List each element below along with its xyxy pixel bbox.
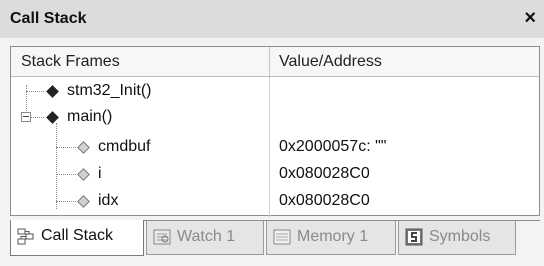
variable-icon xyxy=(77,168,90,181)
frame-name: main() xyxy=(67,108,113,125)
variable-name: idx xyxy=(98,192,119,209)
variable-value: 0x080028C0 xyxy=(279,192,370,209)
variable-name: i xyxy=(98,165,102,182)
watch-icon xyxy=(153,229,171,245)
column-divider[interactable] xyxy=(269,47,270,77)
frame-row[interactable]: stm32_Init() xyxy=(11,79,539,105)
tab-watch-1[interactable]: Watch 1 xyxy=(146,221,264,255)
collapse-icon[interactable] xyxy=(21,112,31,122)
variable-row[interactable]: cmdbuf 0x2000057c: "" xyxy=(11,135,539,161)
variable-icon xyxy=(77,141,90,154)
close-icon[interactable]: × xyxy=(524,7,536,29)
frame-name: stm32_Init() xyxy=(67,82,152,99)
tab-label: Memory 1 xyxy=(297,228,369,245)
variable-icon xyxy=(77,195,90,208)
call-stack-tree-table[interactable]: Stack Frames Value/Address stm32_Init() … xyxy=(10,46,540,217)
memory-icon xyxy=(273,229,291,245)
tab-label: Call Stack xyxy=(41,227,114,244)
tab-strip: Call Stack Watch 1 Memory 1 Symbols xyxy=(10,220,540,263)
tab-label: Watch 1 xyxy=(177,228,236,245)
frame-row[interactable]: main() xyxy=(11,105,539,131)
title-bar: Call Stack × xyxy=(0,0,544,38)
tab-symbols[interactable]: Symbols xyxy=(398,221,516,255)
tab-memory-1[interactable]: Memory 1 xyxy=(266,221,396,255)
call-stack-icon xyxy=(17,228,34,245)
variable-row[interactable]: i 0x080028C0 xyxy=(11,162,539,188)
column-header-value-address[interactable]: Value/Address xyxy=(279,53,382,71)
function-frame-icon xyxy=(46,111,59,124)
tab-call-stack[interactable]: Call Stack xyxy=(10,220,144,256)
function-frame-icon xyxy=(46,85,59,98)
tab-label: Symbols xyxy=(429,228,491,245)
symbols-icon xyxy=(405,228,423,246)
column-header-stack-frames[interactable]: Stack Frames xyxy=(21,53,120,71)
variable-value: 0x080028C0 xyxy=(279,165,370,182)
window-title: Call Stack xyxy=(10,10,87,27)
variable-name: cmdbuf xyxy=(98,138,151,155)
column-header-row: Stack Frames Value/Address xyxy=(11,47,539,77)
variable-row[interactable]: idx 0x080028C0 xyxy=(11,189,539,215)
variable-value: 0x2000057c: "" xyxy=(279,138,387,155)
